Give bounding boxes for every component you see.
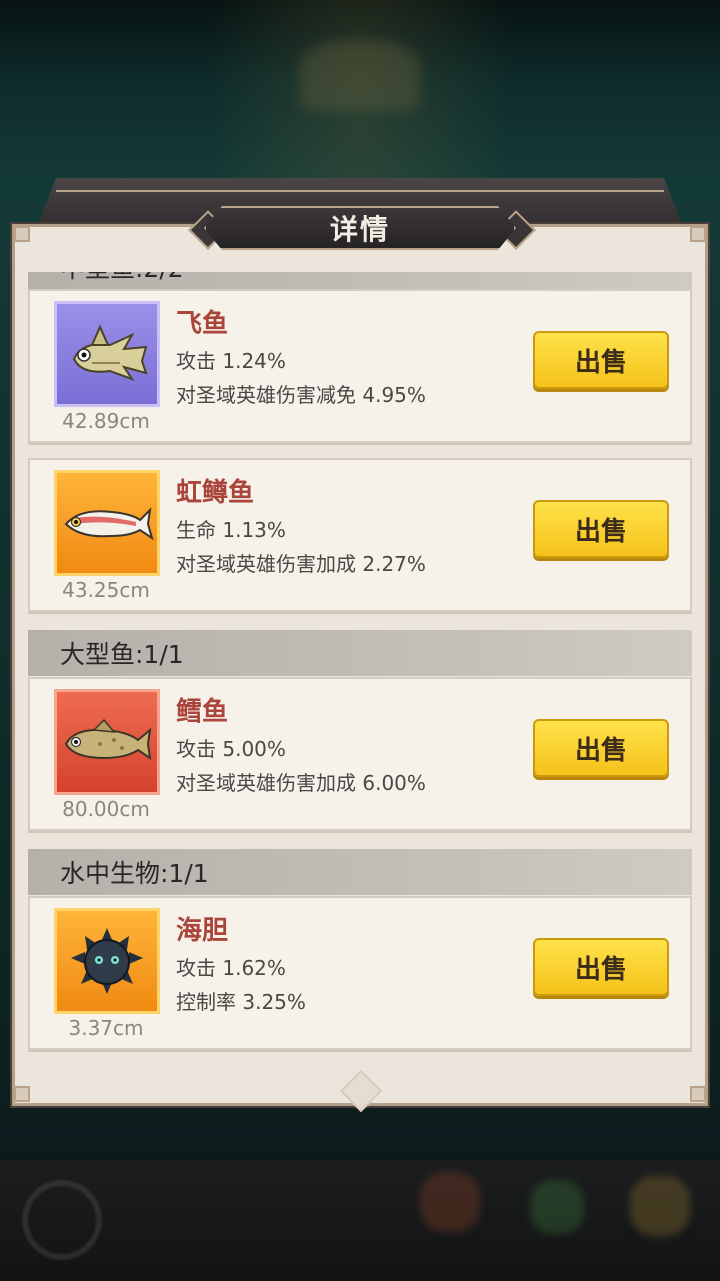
fish-size: 42.89cm	[62, 409, 150, 433]
fish-stat: 对圣域英雄伤害减免 4.95%	[176, 383, 426, 407]
fish-stat: 控制率 3.25%	[176, 990, 306, 1014]
panel-corner	[14, 226, 30, 242]
panel-corner	[690, 226, 706, 242]
list-item: 42.89cm 飞鱼 攻击 1.24% 对圣域英雄伤害减免 4.95% 出售	[28, 289, 692, 443]
category-header: 大型鱼:1/1	[28, 630, 692, 676]
menu-icon-blurred	[420, 1172, 480, 1232]
list-item: 80.00cm 鳕鱼 攻击 5.00% 对圣域英雄伤害加成 6.00% 出售	[28, 677, 692, 831]
fish-size: 43.25cm	[62, 578, 150, 602]
sell-button[interactable]: 出售	[533, 719, 669, 777]
sell-button[interactable]: 出售	[533, 331, 669, 389]
rainbow-trout-icon	[64, 507, 154, 541]
category-header: 水中生物:1/1	[28, 849, 692, 895]
menu-icon-blurred	[530, 1180, 584, 1234]
bottom-bar-background	[0, 1160, 720, 1281]
fish-stat: 对圣域英雄伤害加成 6.00%	[176, 771, 426, 795]
fish-name: 虹鳟鱼	[176, 478, 255, 508]
fish-stat: 攻击 1.24%	[176, 349, 286, 373]
fish-stat: 攻击 1.62%	[176, 956, 286, 980]
panel-corner	[690, 1086, 706, 1102]
sell-button[interactable]: 出售	[533, 500, 669, 558]
fish-portrait	[54, 908, 160, 1014]
panel-header-trim	[56, 190, 664, 192]
flying-fish-icon	[72, 324, 148, 381]
menu-icon-blurred	[630, 1176, 690, 1236]
panel-corner	[14, 1086, 30, 1102]
category-title: 中型鱼:2/2	[60, 272, 184, 285]
category-header: 中型鱼:2/2	[28, 272, 692, 290]
sell-button[interactable]: 出售	[533, 938, 669, 996]
title-plate: 详情	[204, 206, 516, 250]
fish-name: 鳕鱼	[176, 697, 229, 727]
fish-name: 海胆	[176, 916, 229, 946]
category-title: 水中生物:1/1	[60, 859, 209, 888]
fish-stat: 对圣域英雄伤害加成 2.27%	[176, 552, 426, 576]
fish-size: 3.37cm	[68, 1016, 144, 1040]
fish-portrait	[54, 689, 160, 795]
background-ornament	[300, 40, 420, 110]
fish-portrait	[54, 301, 160, 407]
sea-urchin-icon	[71, 928, 143, 994]
page-title: 详情	[329, 213, 390, 246]
list-item: 3.37cm 海胆 攻击 1.62% 控制率 3.25% 出售	[28, 896, 692, 1050]
fish-list[interactable]: 中型鱼:2/2 42.89cm 飞鱼 攻击 1.24% 对圣域英雄伤害减免 4.…	[28, 272, 692, 1072]
fish-size: 80.00cm	[62, 797, 150, 821]
fish-stat: 攻击 5.00%	[176, 737, 286, 761]
joystick-icon	[22, 1180, 102, 1260]
fish-name: 飞鱼	[176, 309, 229, 339]
cod-icon	[64, 718, 152, 761]
list-item: 43.25cm 虹鳟鱼 生命 1.13% 对圣域英雄伤害加成 2.27% 出售	[28, 458, 692, 612]
category-title: 大型鱼:1/1	[60, 640, 184, 669]
fish-stat: 生命 1.13%	[176, 518, 286, 542]
fish-portrait	[54, 470, 160, 576]
